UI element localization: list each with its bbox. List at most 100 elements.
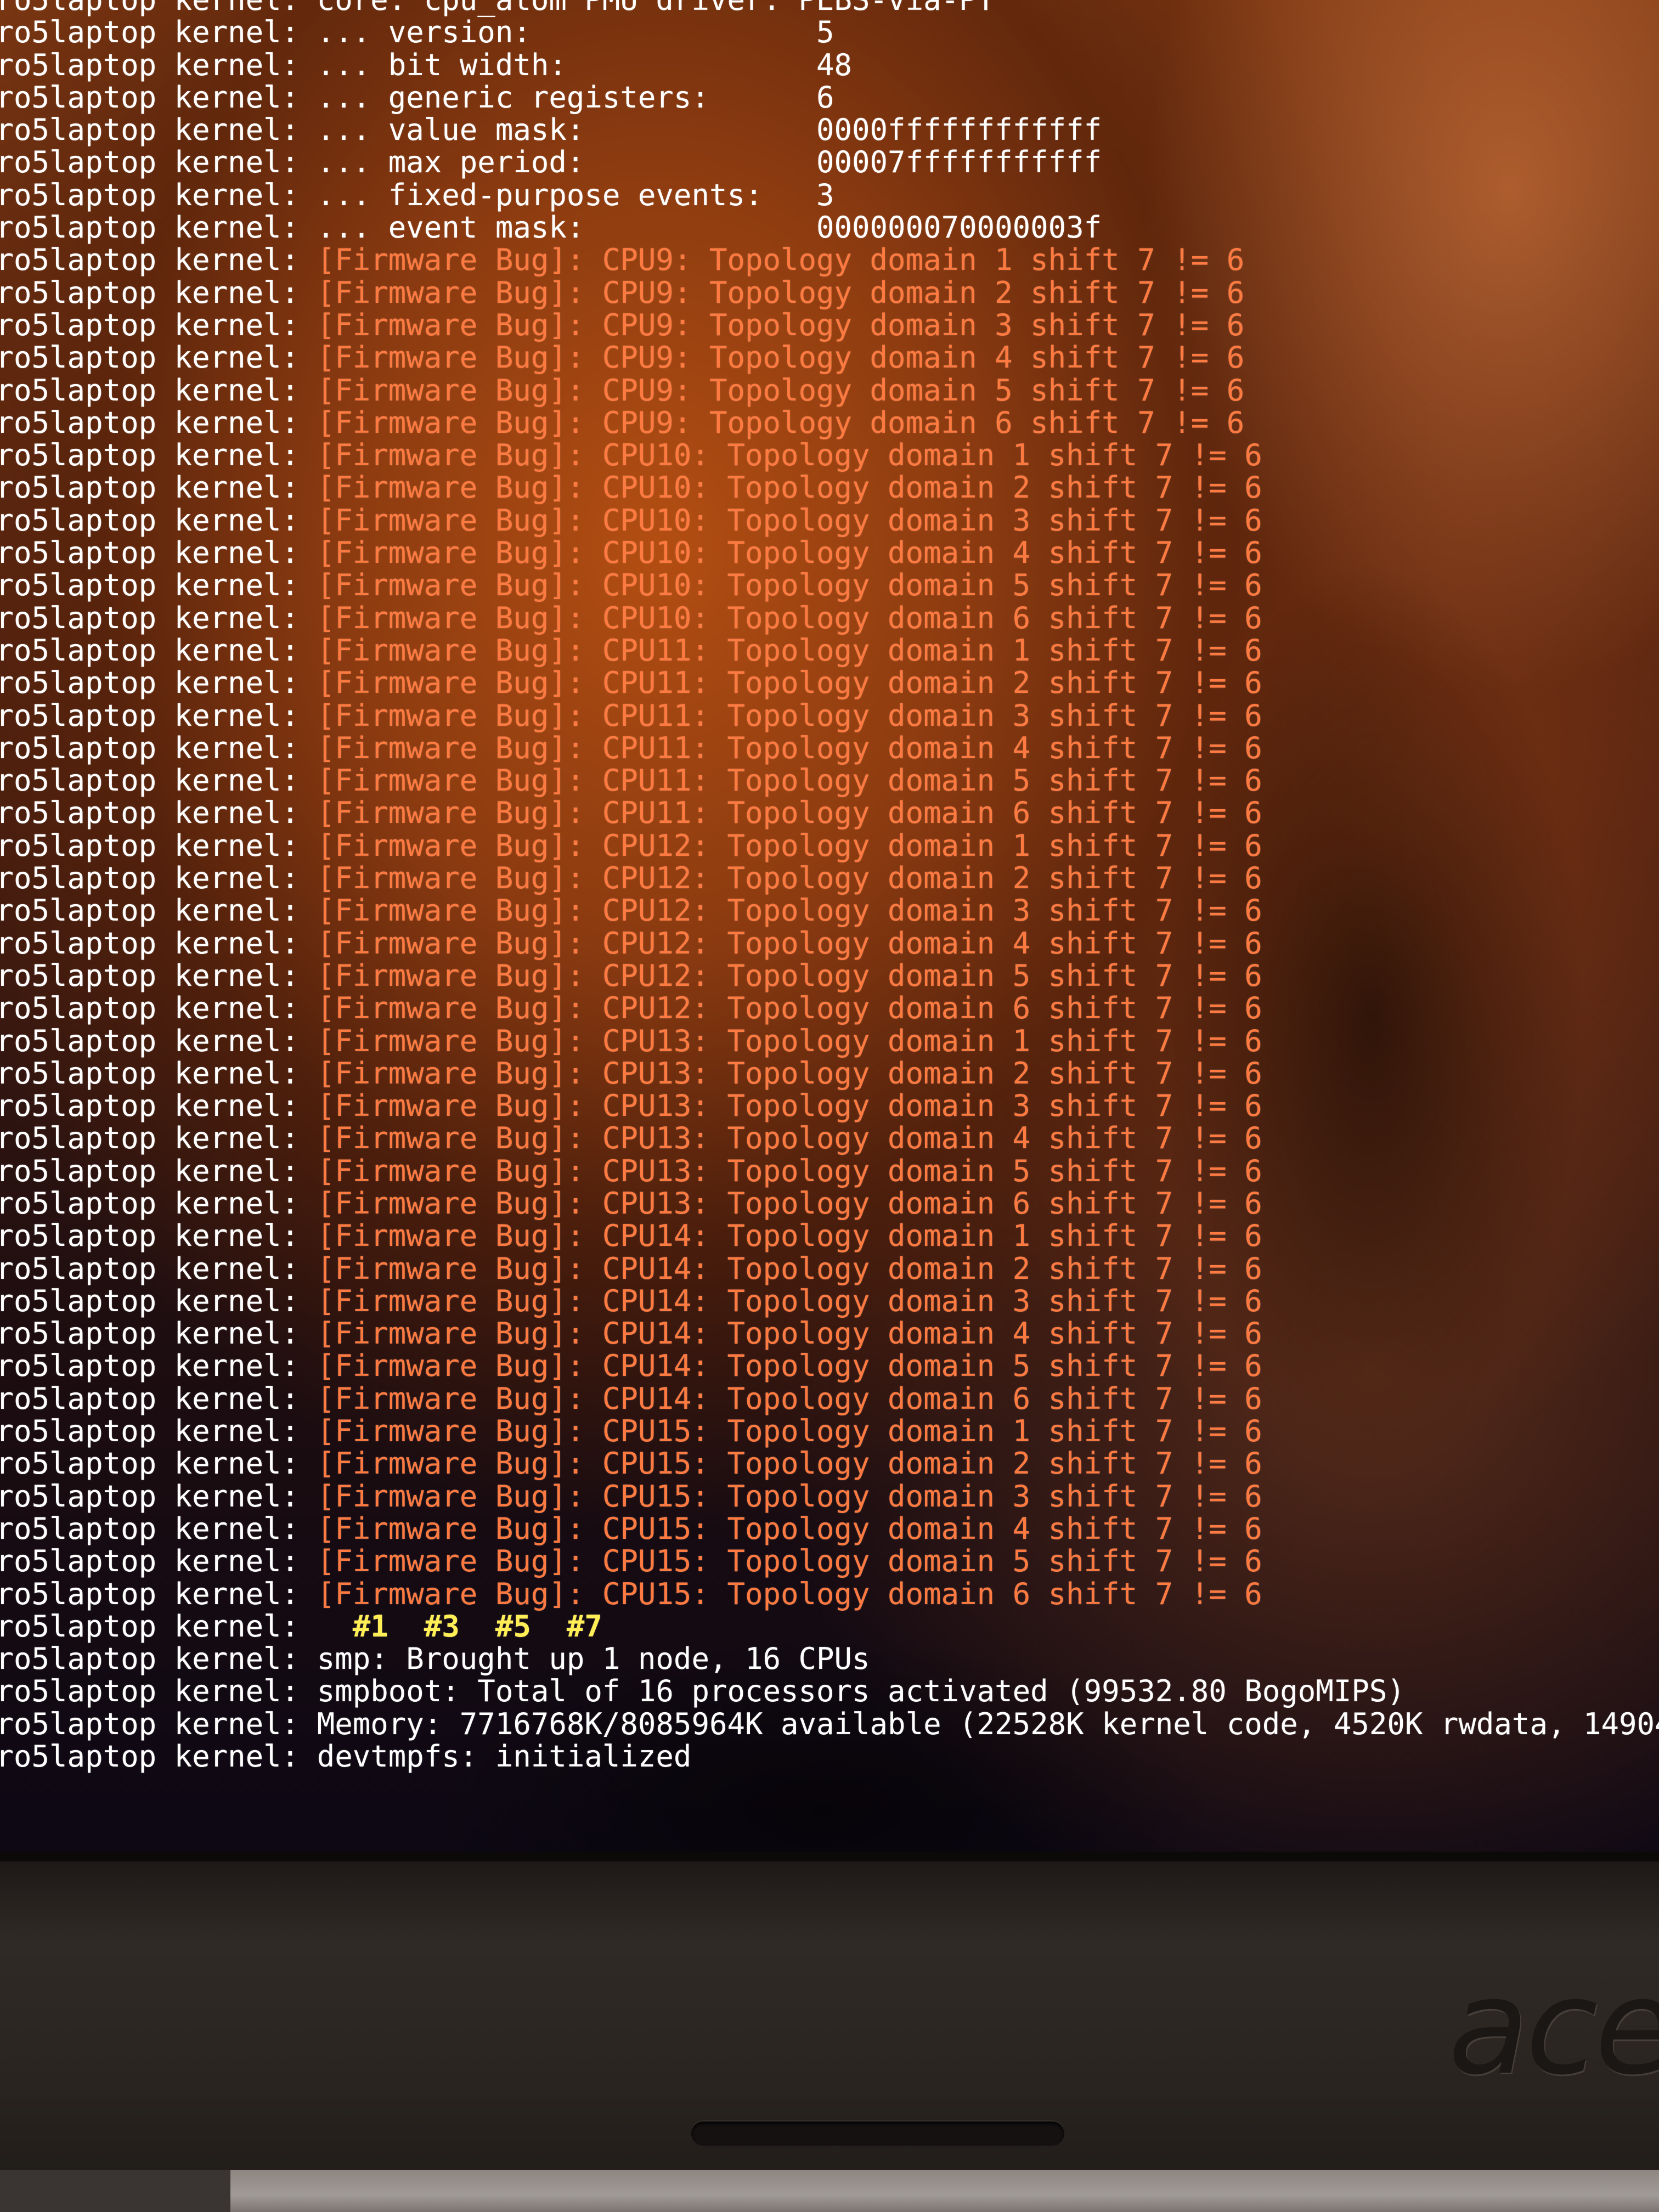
log-line: tro5laptop kernel: [Firmware Bug]: CPU12… (0, 894, 1659, 927)
log-line: tro5laptop kernel: [Firmware Bug]: CPU15… (0, 1576, 1659, 1611)
log-line: tro5laptop kernel: [Firmware Bug]: CPU9:… (0, 276, 1659, 309)
log-line-host: tro5laptop kernel: (0, 633, 300, 668)
log-line: tro5laptop kernel: [Firmware Bug]: CPU12… (0, 992, 1659, 1025)
log-line-host: tro5laptop kernel: (0, 1414, 300, 1449)
log-line-host: tro5laptop kernel: (0, 861, 300, 896)
log-line: tro5laptop kernel: [Firmware Bug]: CPU12… (0, 960, 1659, 992)
log-line: tro5laptop kernel: [Firmware Bug]: CPU9:… (0, 244, 1659, 276)
log-line-host: tro5laptop kernel: (0, 1186, 300, 1221)
firmware-bug-message: [Firmware Bug]: CPU9: Topology domain 3 … (299, 307, 1245, 342)
firmware-bug-message: [Firmware Bug]: CPU10: Topology domain 3… (299, 503, 1262, 538)
log-line: tro5laptop kernel: [Firmware Bug]: CPU13… (0, 1153, 1659, 1188)
log-line-host: tro5laptop kernel: (0, 1023, 300, 1058)
log-line-message: ... event mask: 000000070000003f (299, 210, 1102, 245)
log-line: tro5laptop kernel: ... event mask: 00000… (0, 211, 1659, 244)
log-line-host: tro5laptop kernel: (0, 145, 300, 180)
log-line-host: tro5laptop kernel: (0, 763, 300, 798)
firmware-bug-message: [Firmware Bug]: CPU14: Topology domain 6… (299, 1381, 1262, 1416)
kernel-boot-log: tro5laptop kernel: core: cpu_atom PMU dr… (0, 0, 1659, 1773)
firmware-bug-message: [Firmware Bug]: CPU9: Topology domain 1 … (299, 242, 1245, 278)
log-line: tro5laptop kernel: smpboot: Total of 16 … (0, 1675, 1659, 1708)
log-line: tro5laptop kernel: ... generic registers… (0, 81, 1659, 114)
firmware-bug-message: [Firmware Bug]: CPU15: Topology domain 2… (299, 1446, 1262, 1481)
firmware-bug-message: [Firmware Bug]: CPU12: Topology domain 3… (299, 893, 1262, 928)
firmware-bug-message: [Firmware Bug]: CPU15: Topology domain 1… (299, 1414, 1262, 1449)
log-line-host: tro5laptop kernel: (0, 1121, 300, 1156)
laptop-screen: tro5laptop kernel: core: cpu_atom PMU dr… (0, 0, 1659, 1852)
log-line-host: tro5laptop kernel: (0, 210, 300, 245)
log-line: tro5laptop kernel: [Firmware Bug]: CPU13… (0, 1057, 1659, 1090)
log-line: tro5laptop kernel: [Firmware Bug]: CPU15… (0, 1544, 1659, 1579)
log-line-host: tro5laptop kernel: (0, 1381, 300, 1416)
log-line: tro5laptop kernel: ... bit width: 48 (0, 47, 1659, 82)
log-line: tro5laptop kernel: ... fixed-purpose eve… (0, 177, 1659, 212)
firmware-bug-message: [Firmware Bug]: CPU15: Topology domain 3… (299, 1479, 1262, 1514)
log-line-host: tro5laptop kernel: (0, 568, 300, 603)
firmware-bug-message: [Firmware Bug]: CPU14: Topology domain 1… (299, 1218, 1262, 1254)
log-line-host: tro5laptop kernel: (0, 275, 300, 310)
log-line-host: tro5laptop kernel: (0, 15, 300, 50)
firmware-bug-message: [Firmware Bug]: CPU9: Topology domain 2 … (299, 275, 1245, 310)
log-line-host: tro5laptop kernel: (0, 1609, 300, 1644)
log-line-message: ... bit width: 48 (299, 47, 853, 82)
log-line-host: tro5laptop kernel: (0, 958, 300, 993)
log-line-host: tro5laptop kernel: (0, 47, 300, 82)
log-line: tro5laptop kernel: [Firmware Bug]: CPU10… (0, 600, 1659, 635)
log-line-host: tro5laptop kernel: (0, 1446, 300, 1481)
log-line-message: Memory: 7716768K/8085964K available (225… (299, 1706, 1659, 1741)
firmware-bug-message: [Firmware Bug]: CPU10: Topology domain 2… (299, 470, 1262, 505)
log-line-host: tro5laptop kernel: (0, 1153, 300, 1188)
log-line-host: tro5laptop kernel: (0, 1283, 300, 1318)
log-line-host: tro5laptop kernel: (0, 1739, 300, 1774)
firmware-bug-message: [Firmware Bug]: CPU12: Topology domain 4… (299, 926, 1262, 961)
log-line-host: tro5laptop kernel: (0, 242, 300, 278)
firmware-bug-message: [Firmware Bug]: CPU15: Topology domain 6… (299, 1576, 1262, 1611)
log-line-host: tro5laptop kernel: (0, 828, 300, 863)
firmware-bug-message: [Firmware Bug]: CPU11: Topology domain 3… (299, 698, 1262, 733)
base-edge (0, 2170, 230, 2212)
log-line-message: ... generic registers: 6 (299, 80, 834, 115)
log-line-host: tro5laptop kernel: (0, 112, 300, 148)
firmware-bug-message: [Firmware Bug]: CPU11: Topology domain 1… (299, 633, 1262, 668)
hinge-slot (691, 2121, 1064, 2146)
log-line: tro5laptop kernel: [Firmware Bug]: CPU14… (0, 1348, 1659, 1384)
firmware-bug-message: [Firmware Bug]: CPU15: Topology domain 5… (299, 1544, 1262, 1579)
firmware-bug-message: [Firmware Bug]: CPU10: Topology domain 4… (299, 535, 1262, 571)
log-line: tro5laptop kernel: [Firmware Bug]: CPU13… (0, 1023, 1659, 1058)
log-line-host: tro5laptop kernel: (0, 535, 300, 571)
log-line-host: tro5laptop kernel: (0, 730, 300, 765)
firmware-bug-message: [Firmware Bug]: CPU11: Topology domain 6… (299, 795, 1262, 831)
firmware-bug-message: [Firmware Bug]: CPU12: Topology domain 1… (299, 828, 1262, 863)
log-line: tro5laptop kernel: [Firmware Bug]: CPU11… (0, 764, 1659, 797)
firmware-bug-message: [Firmware Bug]: CPU12: Topology domain 2… (299, 861, 1262, 896)
log-line-host: tro5laptop kernel: (0, 503, 300, 538)
log-line-host: tro5laptop kernel: (0, 1218, 300, 1254)
log-line: tro5laptop kernel: [Firmware Bug]: CPU11… (0, 699, 1659, 732)
firmware-bug-message: [Firmware Bug]: CPU10: Topology domain 6… (299, 600, 1262, 635)
log-line-host: tro5laptop kernel: (0, 1479, 300, 1514)
log-line: tro5laptop kernel: [Firmware Bug]: CPU15… (0, 1414, 1659, 1449)
log-line: tro5laptop kernel: devtmpfs: initialized (0, 1740, 1659, 1773)
cpu-bringup-marks: #1 #3 #5 #7 (299, 1609, 602, 1644)
log-line: tro5laptop kernel: smp: Brought up 1 nod… (0, 1643, 1659, 1675)
log-line: tro5laptop kernel: ... version: 5 (0, 15, 1659, 50)
firmware-bug-message: [Firmware Bug]: CPU13: Topology domain 2… (299, 1056, 1262, 1091)
log-line-host: tro5laptop kernel: (0, 893, 300, 928)
log-line: tro5laptop kernel: ... max period: 00007… (0, 145, 1659, 180)
firmware-bug-message: [Firmware Bug]: CPU10: Topology domain 5… (299, 568, 1262, 603)
log-line: tro5laptop kernel: [Firmware Bug]: CPU13… (0, 1187, 1659, 1220)
log-line: tro5laptop kernel: [Firmware Bug]: CPU11… (0, 795, 1659, 831)
log-line: tro5laptop kernel: [Firmware Bug]: CPU14… (0, 1252, 1659, 1285)
log-line-host: tro5laptop kernel: (0, 177, 300, 212)
firmware-bug-message: [Firmware Bug]: CPU13: Topology domain 1… (299, 1023, 1262, 1058)
log-line-host: tro5laptop kernel: (0, 1576, 300, 1611)
log-line: tro5laptop kernel: [Firmware Bug]: CPU9:… (0, 374, 1659, 407)
firmware-bug-message: [Firmware Bug]: CPU11: Topology domain 2… (299, 665, 1262, 701)
firmware-bug-message: [Firmware Bug]: CPU12: Topology domain 5… (299, 958, 1262, 993)
log-line: tro5laptop kernel: [Firmware Bug]: CPU14… (0, 1317, 1659, 1350)
log-line-host: tro5laptop kernel: (0, 1348, 300, 1384)
log-line-message: ... value mask: 0000ffffffffffff (299, 112, 1102, 148)
brand-logo: acer (1448, 1950, 1659, 2104)
log-line-host: tro5laptop kernel: (0, 1088, 300, 1124)
firmware-bug-message: [Firmware Bug]: CPU13: Topology domain 4… (299, 1121, 1262, 1156)
